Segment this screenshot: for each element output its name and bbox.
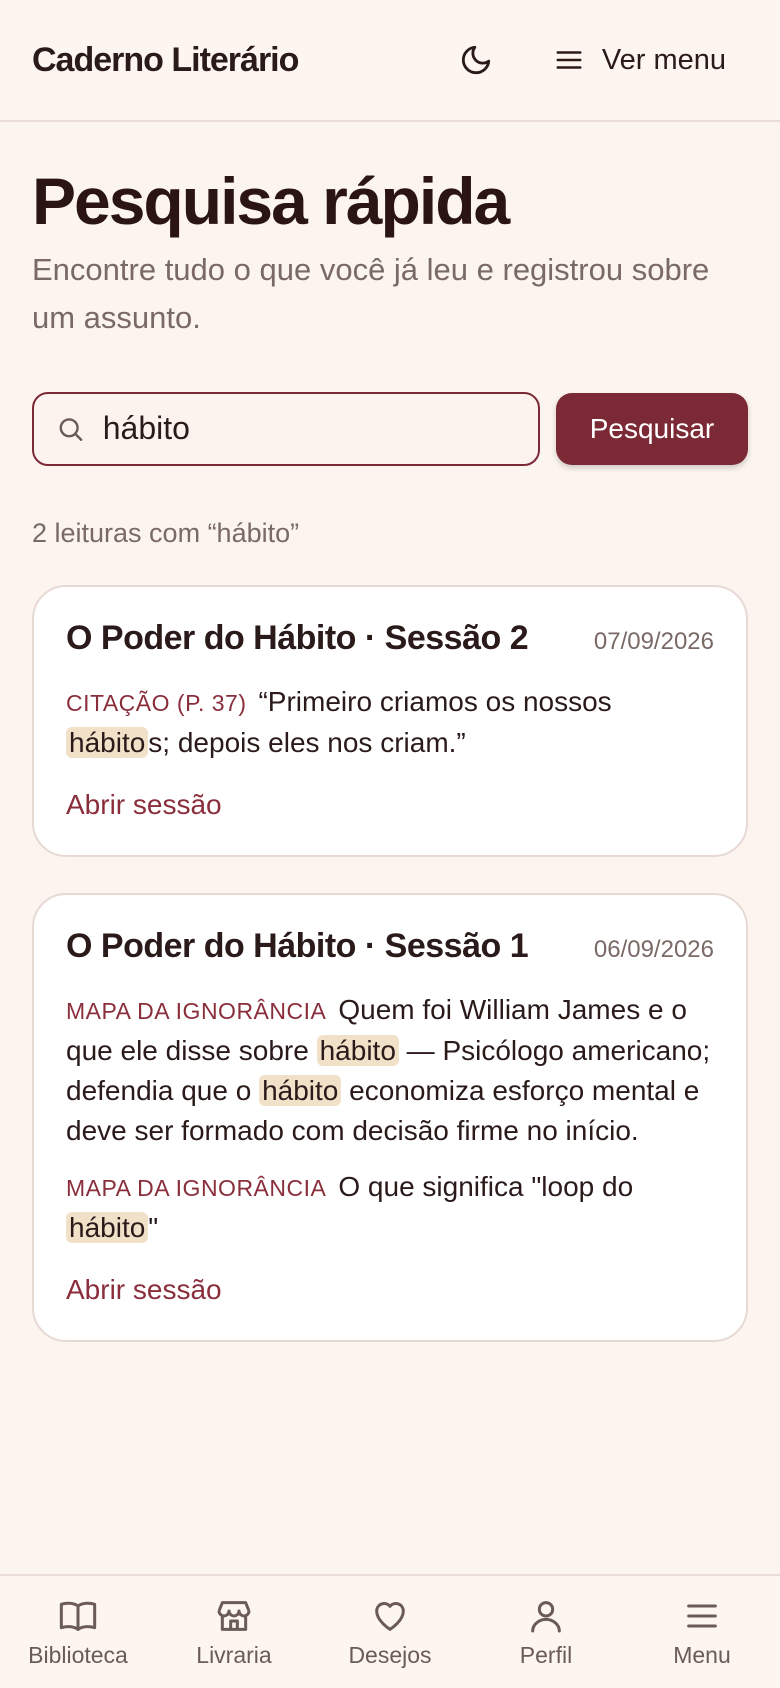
card-title: O Poder do Hábito · Sessão 2 <box>66 618 529 657</box>
open-session-link[interactable]: Abrir sessão <box>66 789 222 821</box>
entry-text: " <box>148 1211 159 1243</box>
nav-label: Desejos <box>348 1641 432 1668</box>
hamburger-icon <box>556 51 582 69</box>
entry-tag: MAPA DA IGNORÂNCIA <box>66 997 327 1024</box>
view-menu-button[interactable]: Ver menu <box>554 44 726 77</box>
nav-item-biblioteca[interactable]: Biblioteca <box>8 1596 148 1669</box>
search-highlight: hábito <box>66 726 149 758</box>
book-icon <box>59 1601 97 1631</box>
entry-text: O que significa "loop do <box>338 1170 634 1202</box>
nav-item-menu[interactable]: Menu <box>632 1596 772 1669</box>
heart-icon <box>375 1601 405 1631</box>
search-highlight: hábito <box>316 1034 399 1066</box>
main-content: Pesquisa rápida Encontre tudo o que você… <box>0 164 780 1342</box>
result-card: O Poder do Hábito · Sessão 1 06/09/2026 MA… <box>32 892 748 1342</box>
entry-text: s; depois eles nos criam.” <box>148 726 466 758</box>
result-entry: CITAÇÃO (P. 37) “Primeiro criamos os noss… <box>66 682 714 763</box>
card-header: O Poder do Hábito · Sessão 1 06/09/2026 <box>66 927 714 966</box>
bottom-nav: Biblioteca Livraria Desejos Perfil Menu <box>0 1574 780 1688</box>
theme-toggle-button[interactable] <box>448 32 504 88</box>
page-subtitle: Encontre tudo o que você já leu e regist… <box>32 251 710 335</box>
brand-title[interactable]: Caderno Literário <box>32 41 448 80</box>
entry-tag: CITAÇÃO (P. 37) <box>66 689 247 716</box>
open-session-link[interactable]: Abrir sessão <box>66 1274 222 1306</box>
result-entry: MAPA DA IGNORÂNCIA Quem foi William James… <box>66 990 714 1151</box>
entry-tag: MAPA DA IGNORÂNCIA <box>66 1174 327 1201</box>
entry-text: “Primeiro criamos os nossos <box>258 685 612 717</box>
view-menu-label: Ver menu <box>601 43 726 76</box>
nav-label: Livraria <box>196 1641 272 1668</box>
moon-icon <box>461 45 491 75</box>
card-title: O Poder do Hábito · Sessão 1 <box>66 926 529 965</box>
nav-item-livraria[interactable]: Livraria <box>164 1596 304 1669</box>
card-header: O Poder do Hábito · Sessão 2 07/09/2026 <box>66 619 714 658</box>
card-date: 06/09/2026 <box>593 935 714 963</box>
hamburger-icon <box>687 1604 717 1627</box>
result-entry: MAPA DA IGNORÂNCIA O que significa "loop … <box>66 1167 714 1248</box>
results-count: 2 leituras com “hábito” <box>32 517 300 548</box>
card-date: 07/09/2026 <box>593 627 714 655</box>
user-icon <box>531 1600 561 1632</box>
top-bar: Caderno Literário Ver menu <box>0 0 780 122</box>
nav-label: Biblioteca <box>28 1641 128 1668</box>
page-title: Pesquisa rápida <box>32 164 510 238</box>
results-list: O Poder do Hábito · Sessão 2 07/09/2026 CI… <box>32 584 748 1342</box>
search-input[interactable] <box>102 410 516 448</box>
search-box[interactable] <box>32 391 540 466</box>
nav-label: Menu <box>673 1641 731 1668</box>
search-button[interactable]: Pesquisar <box>556 392 748 465</box>
nav-item-perfil[interactable]: Perfil <box>476 1596 616 1669</box>
search-icon <box>59 418 83 441</box>
search-highlight: hábito <box>259 1074 342 1106</box>
store-icon <box>217 1600 251 1631</box>
search-row: Pesquisar <box>32 391 748 466</box>
nav-item-desejos[interactable]: Desejos <box>320 1596 460 1669</box>
search-highlight: hábito <box>66 1211 149 1243</box>
result-card: O Poder do Hábito · Sessão 2 07/09/2026 CI… <box>32 584 748 857</box>
nav-label: Perfil <box>519 1641 573 1668</box>
